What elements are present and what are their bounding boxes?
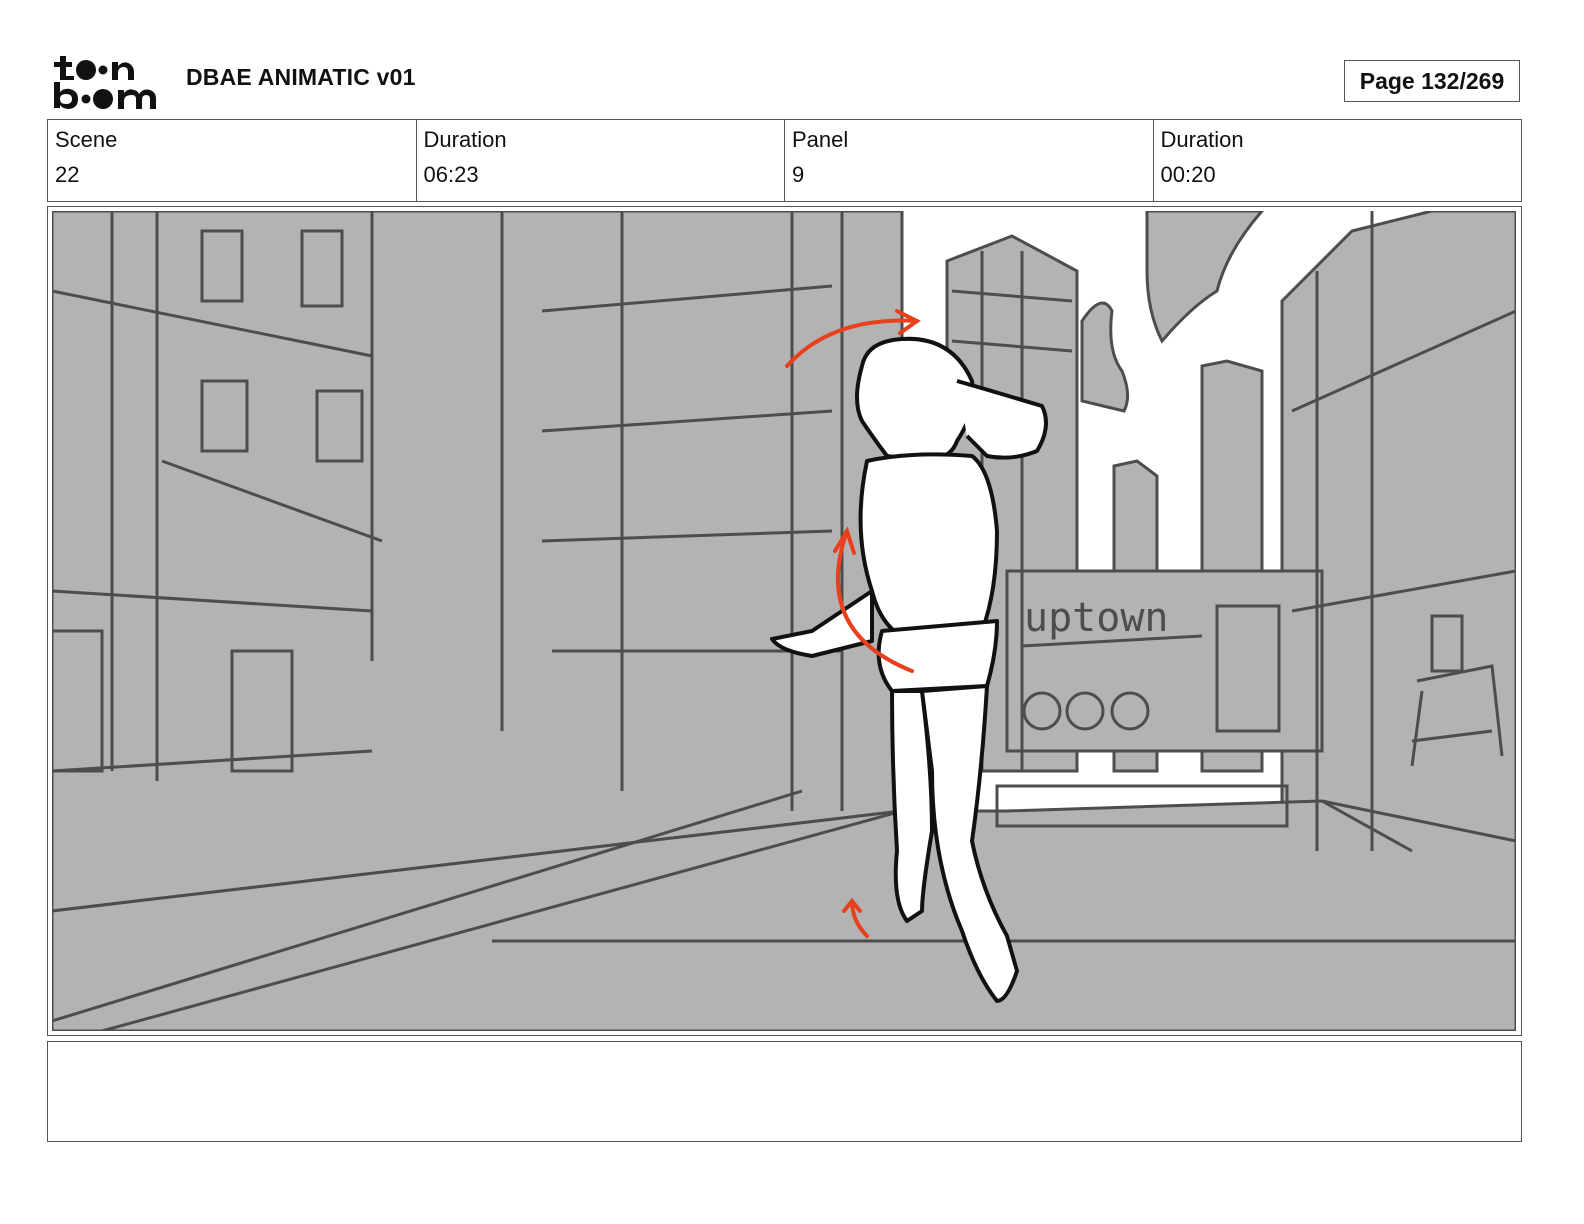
panel-duration-label: Duration (1160, 127, 1244, 152)
scene-duration-label: Duration (423, 127, 507, 152)
scene-duration-cell: Duration 06:23 (415, 120, 785, 201)
storyboard-panel: uptown (47, 206, 1522, 1036)
scene-value: 22 (55, 162, 80, 187)
storyboard-sketch: uptown (52, 211, 1516, 1031)
panel-label: Panel (792, 127, 849, 152)
sign-text: uptown (1024, 595, 1169, 641)
scene-label: Scene (55, 127, 118, 152)
toon-boom-logo (52, 52, 164, 112)
page-indicator: Page 132/269 (1344, 60, 1520, 102)
panel-duration-cell: Duration 00:20 (1152, 120, 1522, 201)
panel-value: 9 (792, 162, 805, 187)
panel-info-table: Scene 22 Duration 06:23 Panel 9 Duration… (47, 119, 1522, 202)
project-title: DBAE ANIMATIC v01 (186, 64, 416, 90)
panel-cell: Panel 9 (784, 120, 1153, 201)
panel-notes-box (47, 1041, 1522, 1142)
panel-duration-value: 00:20 (1160, 162, 1216, 187)
scene-cell: Scene 22 (48, 120, 416, 201)
scene-duration-value: 06:23 (423, 162, 479, 187)
